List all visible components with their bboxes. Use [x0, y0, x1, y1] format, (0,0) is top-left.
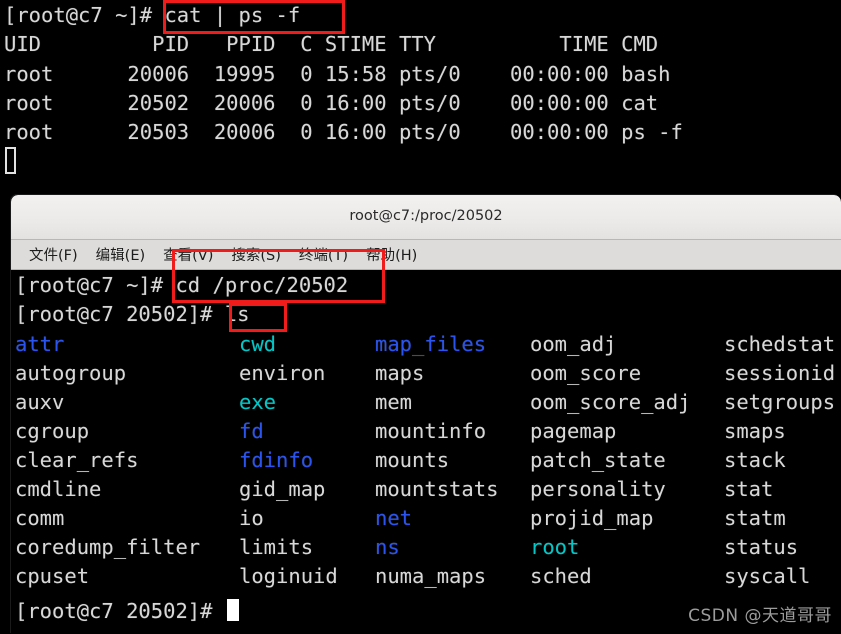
listing-entry: schedstat: [724, 332, 836, 356]
listing-entry: oom_adj: [530, 332, 617, 356]
listing-entry: mounts: [375, 448, 450, 472]
listing-entry: cpuset: [15, 564, 90, 588]
ps-output-row: root 20503 20006 0 16:00 pts/0 00:00:00 …: [4, 120, 683, 144]
listing-entry: map_files: [375, 332, 487, 356]
listing-entry: fdinfo: [239, 448, 314, 472]
listing-entry: oom_score_adj: [530, 390, 691, 414]
listing-entry: limits: [239, 535, 314, 559]
menu-item-terminal[interactable]: 终端(T): [291, 242, 356, 268]
listing-row: coredump_filter limits ns root status: [15, 533, 841, 562]
listing-row: cgroup fd mountinfo pagemap smaps: [15, 417, 841, 446]
screen-root: [root@c7 ~]# cat | ps -f UID PID PPID C …: [0, 0, 841, 634]
background-terminal[interactable]: [root@c7 ~]# cat | ps -f UID PID PPID C …: [0, 0, 841, 195]
terminal-output-area[interactable]: [root@c7 ~]# cd /proc/20502 [root@c7 205…: [11, 270, 841, 633]
listing-entry: mountstats: [375, 477, 499, 501]
listing-entry: sched: [530, 564, 592, 588]
listing-entry: gid_map: [239, 477, 326, 501]
listing-entry: oom_score: [530, 361, 642, 385]
ps-output-header: UID PID PPID C STIME TTY TIME CMD: [4, 32, 659, 56]
terminal-line-ls: [root@c7 20502]# ls: [15, 302, 250, 326]
listing-entry: net: [375, 506, 413, 530]
terminal-window[interactable]: root@c7:/proc/20502 文件(F) 编辑(E) 查看(V) 搜索…: [11, 195, 841, 634]
listing-entry: cgroup: [15, 419, 90, 443]
inactive-text-cursor: [5, 147, 16, 174]
listing-entry: mem: [375, 390, 413, 414]
listing-entry: smaps: [724, 419, 786, 443]
listing-row: clear_refs fdinfo mounts patch_state stack: [15, 446, 841, 475]
listing-entry: ns: [375, 535, 400, 559]
listing-entry: io: [239, 506, 264, 530]
menu-item-search[interactable]: 搜索(S): [223, 242, 289, 268]
listing-row: comm io net projid_map statm: [15, 504, 841, 533]
listing-entry: stack: [724, 448, 786, 472]
listing-entry: sessionid: [724, 361, 836, 385]
listing-row: cmdline gid_map mountstats personality stat: [15, 475, 841, 504]
listing-entry: cwd: [239, 332, 277, 356]
menu-item-file[interactable]: 文件(F): [21, 242, 86, 268]
background-terminal-command-line: [root@c7 ~]# cat | ps -f: [4, 3, 301, 27]
listing-entry: exe: [239, 390, 277, 414]
menu-item-view[interactable]: 查看(V): [155, 242, 221, 268]
listing-row: attr cwd map_files oom_adj schedstat: [15, 330, 841, 359]
listing-entry: maps: [375, 361, 425, 385]
ps-output-row: root 20502 20006 0 16:00 pts/0 00:00:00 …: [4, 91, 659, 115]
watermark: CSDN @天道哥哥: [688, 606, 832, 626]
listing-entry: autogroup: [15, 361, 127, 385]
prompt-text: [root@c7 20502]#: [15, 599, 225, 623]
listing-entry: cmdline: [15, 477, 102, 501]
listing-row: auxv exe mem oom_score_adj setgroups: [15, 388, 841, 417]
listing-entry: mountinfo: [375, 419, 487, 443]
listing-entry: numa_maps: [375, 564, 487, 588]
listing-entry: coredump_filter: [15, 535, 201, 559]
listing-entry: patch_state: [530, 448, 666, 472]
menubar[interactable]: 文件(F) 编辑(E) 查看(V) 搜索(S) 终端(T) 帮助(H): [11, 240, 841, 270]
terminal-line-cd: [root@c7 ~]# cd /proc/20502: [15, 273, 349, 297]
listing-entry: statm: [724, 506, 786, 530]
listing-entry: comm: [15, 506, 65, 530]
window-titlebar[interactable]: root@c7:/proc/20502: [11, 195, 841, 240]
menu-item-help[interactable]: 帮助(H): [358, 242, 425, 268]
listing-entry: environ: [239, 361, 326, 385]
listing-row: autogroup environ maps oom_score sessionid: [15, 359, 841, 388]
text-cursor: [226, 599, 239, 621]
terminal-line-prompt: [root@c7 20502]#: [15, 597, 239, 626]
menu-item-edit[interactable]: 编辑(E): [88, 242, 153, 268]
listing-row: cpuset loginuid numa_maps sched syscall: [15, 562, 841, 591]
listing-entry: auxv: [15, 390, 65, 414]
listing-entry: loginuid: [239, 564, 338, 588]
listing-entry: stat: [724, 477, 774, 501]
listing-entry: status: [724, 535, 799, 559]
listing-entry: pagemap: [530, 419, 617, 443]
proc-file-listing: attr cwd map_files oom_adj schedstat autogrou…: [15, 330, 841, 591]
ps-output-row: root 20006 19995 0 15:58 pts/0 00:00:00 …: [4, 62, 671, 86]
listing-entry: syscall: [724, 564, 811, 588]
window-title: root@c7:/proc/20502: [349, 208, 503, 224]
listing-entry: setgroups: [724, 390, 836, 414]
listing-entry: fd: [239, 419, 264, 443]
listing-entry: clear_refs: [15, 448, 139, 472]
listing-entry: root: [530, 535, 580, 559]
listing-entry: attr: [15, 332, 65, 356]
listing-entry: personality: [530, 477, 666, 501]
listing-entry: projid_map: [530, 506, 654, 530]
